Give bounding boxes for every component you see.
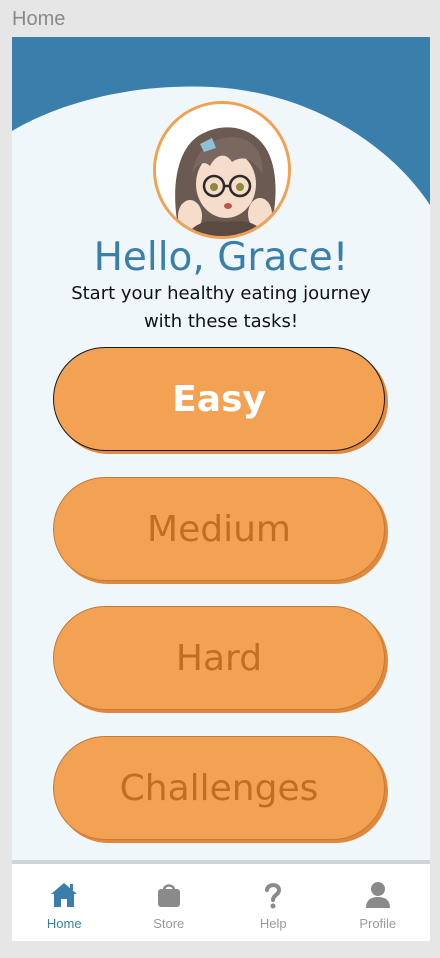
question-icon [265,883,282,909]
bottom-nav: Home Store Help Profile [12,860,430,941]
user-icon [365,882,390,908]
nav-item-help[interactable]: Help [221,864,326,941]
nav-label-help: Help [259,916,287,931]
home-screen: Hello, Grace! Start your healthy eating … [12,37,430,941]
nav-item-store[interactable]: Store [117,864,222,941]
nav-item-home[interactable]: Home [12,864,117,941]
medium-task-button[interactable]: Medium [53,477,385,581]
subtitle: Start your healthy eating journey with t… [71,283,371,332]
challenges-task-button[interactable]: Challenges [53,736,385,840]
greeting: Hello, Grace! [93,235,349,280]
home-icon [51,883,78,907]
nav-label-home: Home [46,916,82,931]
frame-title: Home [12,8,66,30]
hard-task-button[interactable]: Hard [53,606,385,710]
nav-label-profile: Profile [359,916,397,931]
shopping-bag-icon [157,884,180,907]
anime-girl-avatar-icon [156,104,288,236]
nav-item-profile[interactable]: Profile [326,864,431,941]
avatar[interactable] [153,101,291,239]
nav-label-store: Store [153,916,185,931]
easy-task-button[interactable]: Easy [53,347,385,451]
